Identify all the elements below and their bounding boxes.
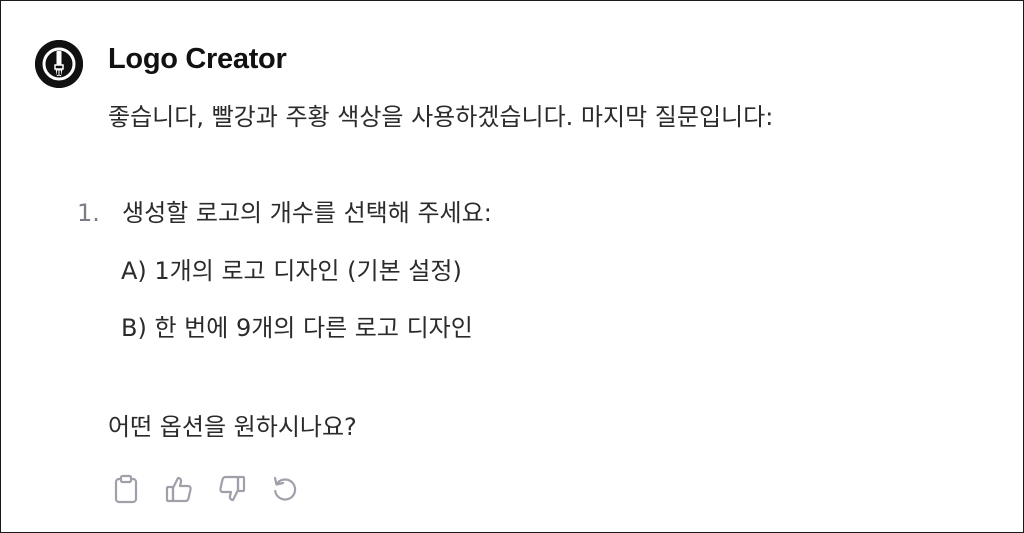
thumbs-down-icon bbox=[219, 475, 246, 502]
message-intro: 좋습니다, 빨강과 주황 색상을 사용하겠습니다. 마지막 질문입니다: bbox=[108, 103, 774, 131]
thumbs-up-icon bbox=[165, 476, 192, 503]
message-actions bbox=[108, 471, 320, 507]
option-b: B) 한 번에 9개의 다른 로고 디자인 bbox=[121, 314, 473, 342]
regenerate-button[interactable] bbox=[267, 471, 303, 507]
assistant-name: Logo Creator bbox=[108, 43, 287, 75]
chat-message-card: Logo Creator 좋습니다, 빨강과 주황 색상을 사용하겠습니다. 마… bbox=[0, 0, 1024, 533]
list-item-text: 생성할 로고의 개수를 선택해 주세요: bbox=[122, 199, 492, 227]
list-item-number: 1. bbox=[77, 199, 100, 227]
copy-button[interactable] bbox=[108, 471, 144, 507]
clipboard-icon bbox=[114, 474, 138, 504]
assistant-avatar bbox=[35, 40, 83, 88]
brush-logo-icon bbox=[35, 40, 83, 88]
option-a: A) 1개의 로고 디자인 (기본 설정) bbox=[121, 257, 462, 285]
message-closing: 어떤 옵션을 원하시나요? bbox=[108, 413, 357, 441]
thumbs-up-button[interactable] bbox=[161, 471, 197, 507]
regenerate-icon bbox=[273, 476, 297, 501]
thumbs-down-button[interactable] bbox=[214, 471, 250, 507]
